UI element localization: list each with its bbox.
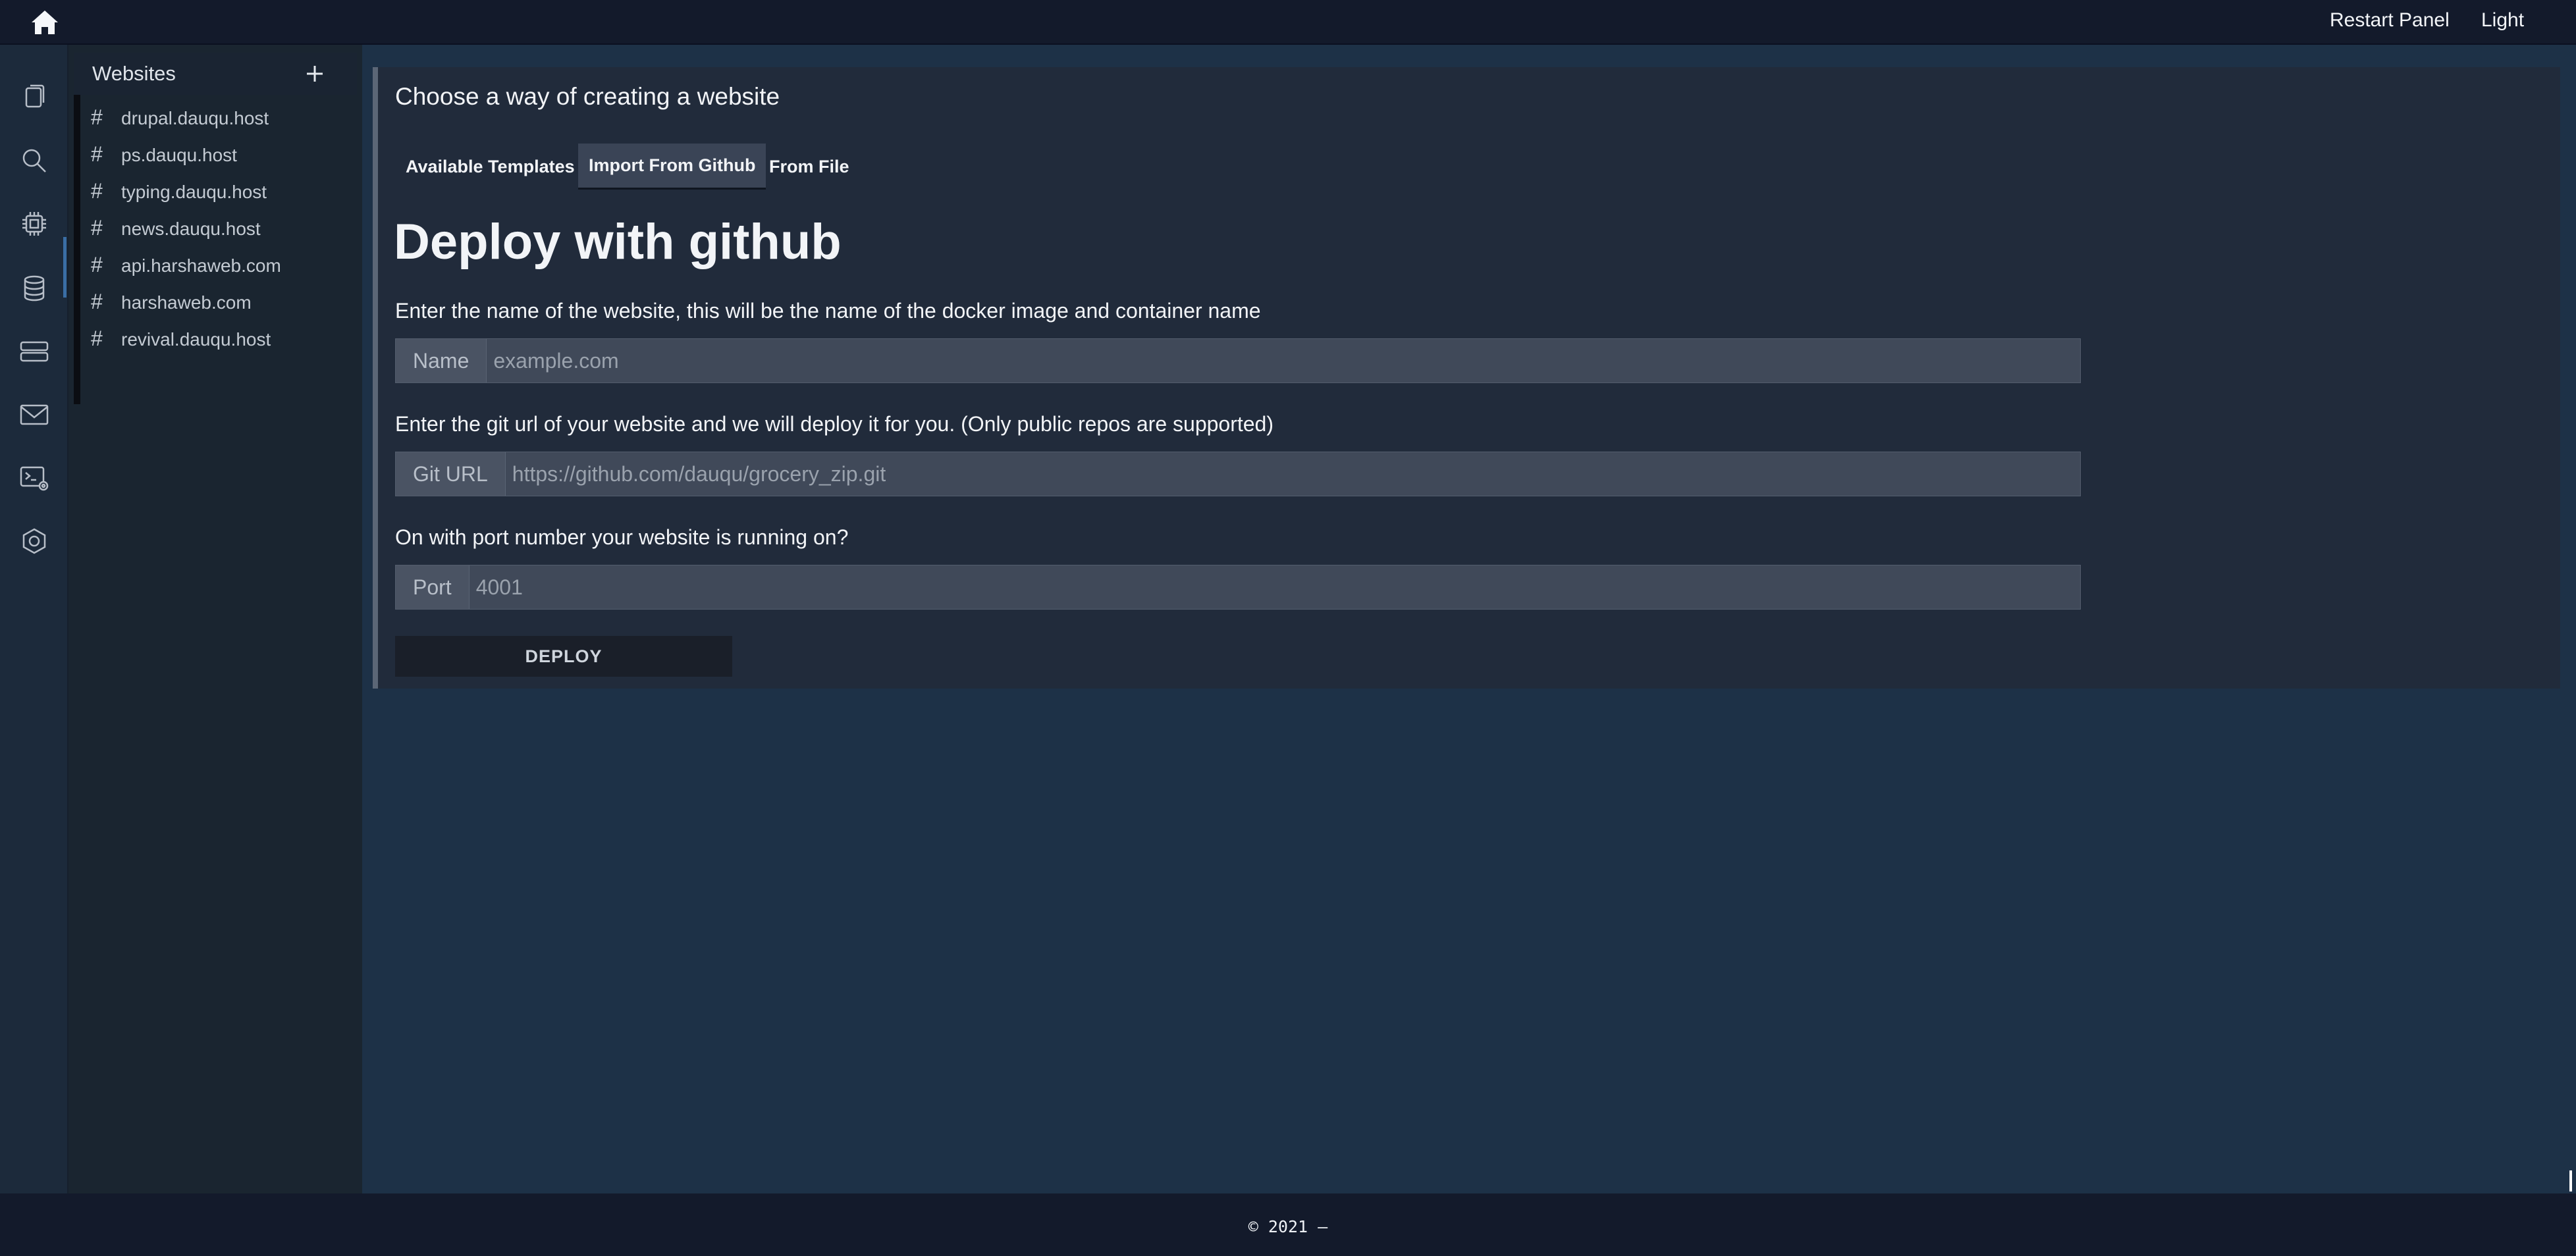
website-item-api[interactable]: # api.harshaweb.com [74,248,357,284]
website-item-ps[interactable]: # ps.dauqu.host [74,137,357,174]
hash-icon: # [91,290,103,313]
create-website-card: Choose a way of creating a website Avail… [373,67,2560,689]
tab-available-templates[interactable]: Available Templates [395,144,585,190]
websites-sidebar: Websites # drupal.dauqu.host # ps.dauqu.… [68,45,362,1193]
website-item-revival[interactable]: # revival.dauqu.host [74,321,357,358]
git-prompt: Enter the git url of your website and we… [395,412,1274,436]
website-item-label: news.dauqu.host [121,219,261,239]
footer: © 2021 – [0,1193,2576,1256]
theme-toggle-button[interactable]: Light [2481,9,2524,32]
hash-icon: # [91,105,103,129]
website-list: # drupal.dauqu.host # ps.dauqu.host # ty… [74,100,357,358]
git-url-field: Git URL [395,452,2081,496]
website-item-label: drupal.dauqu.host [121,108,269,128]
sidebar-title: Websites [92,62,176,85]
website-item-label: revival.dauqu.host [121,329,271,350]
database-icon[interactable] [13,267,55,309]
card-title: Choose a way of creating a website [395,83,780,110]
restart-panel-button[interactable]: Restart Panel [2330,9,2450,32]
website-item-label: typing.dauqu.host [121,182,267,202]
name-prompt: Enter the name of the website, this will… [395,299,1261,323]
search-icon[interactable] [13,140,55,182]
server-icon[interactable] [13,330,55,373]
website-item-typing[interactable]: # typing.dauqu.host [74,174,357,211]
cpu-icon[interactable] [13,203,55,245]
hash-icon: # [91,253,103,276]
name-addon: Name [396,339,487,382]
port-prompt: On with port number your website is runn… [395,525,849,549]
settings-icon[interactable] [13,520,55,562]
page-heading: Deploy with github [394,214,842,270]
port-input[interactable] [469,565,2080,609]
terminal-icon[interactable] [13,457,55,499]
name-input[interactable] [487,339,2080,382]
deploy-button[interactable]: DEPLOY [395,636,732,677]
active-nav-indicator [63,237,67,298]
website-item-news[interactable]: # news.dauqu.host [74,211,357,248]
files-icon[interactable] [13,75,55,117]
mail-icon[interactable] [13,394,55,436]
plus-icon[interactable] [298,57,332,91]
name-field: Name [395,338,2081,383]
git-url-input[interactable] [505,452,2080,496]
icon-nav-bar [0,45,68,1193]
hash-icon: # [91,179,103,203]
hash-icon: # [91,216,103,240]
tab-from-file[interactable]: From File [759,144,860,190]
footer-copyright: © 2021 – [1248,1217,1328,1236]
website-item-label: ps.dauqu.host [121,145,237,165]
hash-icon: # [91,142,103,166]
website-item-label: api.harshaweb.com [121,255,281,276]
port-field: Port [395,565,2081,610]
sidebar-header: Websites [74,53,357,95]
website-item-label: harshaweb.com [121,292,252,313]
scrollbar-marker[interactable] [2569,1170,2572,1191]
home-icon[interactable] [28,8,62,37]
website-item-harshaweb[interactable]: # harshaweb.com [74,284,357,321]
port-addon: Port [396,565,470,609]
hash-icon: # [91,327,103,350]
tab-import-from-github[interactable]: Import From Github [578,144,766,190]
website-item-drupal[interactable]: # drupal.dauqu.host [74,100,357,137]
top-bar: Restart Panel Light [0,0,2576,45]
git-url-addon: Git URL [396,452,506,496]
